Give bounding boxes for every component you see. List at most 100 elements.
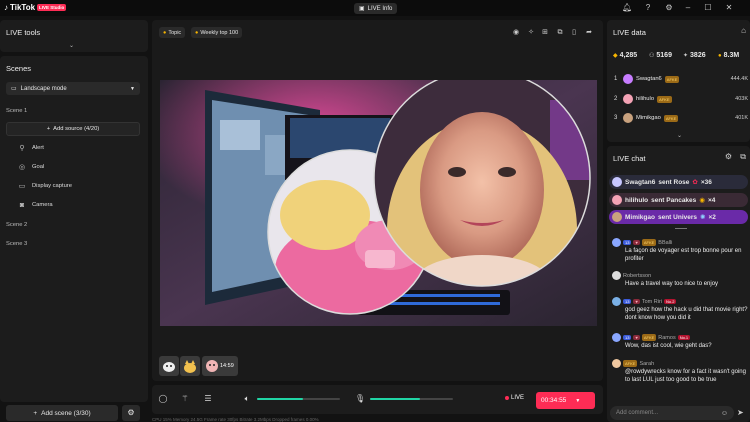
plus-icon: + (33, 409, 38, 417)
expand-chevron-icon[interactable]: ⌄ (677, 132, 682, 139)
avatar (623, 94, 633, 104)
sticker-thumb-2[interactable] (180, 356, 200, 376)
adjust-sliders-icon[interactable]: ☰ (203, 394, 213, 404)
chat-username[interactable]: Tom Riri (642, 299, 662, 305)
source-display-capture[interactable]: ▭ Display capture (18, 181, 72, 191)
scene-item-2[interactable]: Scene 2 (6, 222, 27, 228)
scene-settings-icon[interactable]: ⚙ (122, 405, 140, 421)
dropdown-caret-icon: ▼ (575, 397, 581, 404)
live-preview[interactable] (160, 80, 597, 326)
speaker-volume-slider[interactable] (257, 398, 340, 400)
drag-handle[interactable] (675, 228, 687, 229)
chat-username[interactable]: Robertsson (623, 273, 651, 279)
layout-icon[interactable]: ⊞ (540, 28, 550, 38)
pancakes-gift-icon: ◉ (699, 197, 705, 204)
gift-row: hilihulo sent Pancakes ◉ ×4 (609, 193, 748, 207)
character-sticker-icon (206, 360, 218, 372)
live-info-button[interactable]: ▣ LIVE Info (354, 3, 398, 14)
ranking-coins: 444.4K (730, 76, 748, 82)
gift-row: Swagtan6 sent Rose ✿ ×36 (609, 175, 748, 189)
bell-icon[interactable]: 🔔︎ (622, 3, 632, 13)
heart-badge-icon: ♥ (633, 240, 640, 245)
chat-text: god geez how the hack u did that movie r… (625, 307, 748, 321)
avatar (612, 333, 621, 342)
add-source-button[interactable]: + Add source (4/20) (6, 122, 140, 136)
source-camera[interactable]: ◙ Camera (18, 200, 53, 210)
source-goal[interactable]: ◎ Goal (18, 162, 44, 172)
camera-toggle-icon[interactable]: ◯ (158, 394, 168, 404)
maximize-icon[interactable]: ☐ (703, 3, 713, 13)
source-alert[interactable]: ⚲ Alert (18, 143, 44, 153)
add-scene-button[interactable]: + Add scene (3/30) (6, 405, 118, 421)
fan-badge: AFKE (657, 95, 672, 103)
chat-text: Wow, das ist cool, wie geht das? (625, 343, 712, 349)
weekly-top-chip[interactable]: ● Weekly top 100 (191, 27, 243, 38)
record-icon[interactable]: ◉ (511, 28, 521, 38)
send-icon[interactable]: ➤ (737, 408, 744, 417)
emoji-icon[interactable]: ☺ (721, 410, 728, 417)
rank-badge: No.1 (677, 335, 691, 340)
sticker-thumb-timer[interactable]: 14:59 (202, 356, 238, 376)
ranking-row[interactable]: 2 hilihulo AFKE 403K (614, 93, 748, 105)
chat-message: 13 ♥ Tom Riri No.2 god geez how the hack… (612, 297, 748, 322)
camera-icon: ◙ (19, 201, 25, 209)
avatar (612, 195, 622, 205)
mirror-icon[interactable]: ⧉ (555, 28, 565, 38)
topic-chip[interactable]: ● Topic (159, 27, 186, 38)
live-timer-button[interactable]: 00:34:55 ▼ (536, 392, 595, 409)
home-icon[interactable]: ⌂ (741, 26, 746, 35)
minimize-icon[interactable]: – (683, 3, 693, 13)
stream-stats-row: CPU 15% Memory 24.5G Frame rate 30fps Bi… (152, 417, 319, 422)
popout-icon[interactable]: ⧉ (740, 152, 746, 162)
share-icon[interactable]: ➦ (584, 28, 594, 38)
chat-text: Have a travel way too nice to enjoy (625, 281, 719, 287)
chat-username[interactable]: Ramos (658, 335, 675, 341)
help-icon[interactable]: ? (643, 3, 653, 13)
comment-input[interactable]: Add comment... ☺ (610, 406, 734, 420)
plus-icon: + (46, 126, 51, 132)
stat-viewers: ⚇ 5169 (649, 52, 672, 59)
gear-icon[interactable]: ⚙ (664, 3, 674, 13)
likes-icon: ✦ (683, 53, 689, 59)
settings-icon[interactable]: ⚙ (725, 152, 732, 161)
speaker-icon[interactable]: 🔈︎ (242, 394, 252, 404)
heart-badge-icon: ♥ (633, 299, 640, 304)
chat-text: La façon de voyager est trop bonne pour … (625, 248, 742, 262)
rank-badge: No.2 (664, 299, 677, 304)
chat-username[interactable]: BBalli (658, 240, 672, 246)
layout-mode-select[interactable]: ▭ Landscape mode ▼ (6, 82, 140, 95)
avatar (612, 271, 621, 280)
coin-icon: ● (718, 52, 722, 59)
scene-item-3[interactable]: Scene 3 (6, 241, 27, 247)
live-status: LIVE (505, 395, 524, 401)
mic-volume-slider[interactable] (370, 398, 453, 400)
topic-icon: ● (163, 29, 167, 36)
avatar (623, 113, 633, 123)
ranking-row[interactable]: 1 Swagtan6 AFKE 444.4K (614, 73, 748, 85)
sticker-thumb-1[interactable] (159, 356, 179, 376)
avatar (612, 238, 621, 247)
avatar (623, 74, 633, 84)
alert-icon: ⚲ (19, 145, 25, 152)
microphone-icon[interactable]: 🎙︎ (355, 394, 365, 404)
tiktok-note-icon: ♪ (4, 3, 8, 12)
ranking-name: Mimikgao (636, 115, 661, 121)
chat-username[interactable]: Sarah (639, 361, 654, 367)
magic-icon[interactable]: ✧ (526, 28, 536, 38)
close-icon[interactable]: ✕ (724, 3, 734, 13)
ranking-name: hilihulo (636, 96, 655, 102)
dropdown-caret-icon: ▼ (130, 85, 135, 92)
mic-volume-fill (370, 398, 420, 400)
effects-wand-icon[interactable]: ⚚ (180, 394, 190, 404)
monitor-icon: ▭ (11, 86, 17, 92)
live-chat-title: LIVE chat (613, 154, 646, 163)
thumb-time: 14:59 (220, 363, 234, 369)
expand-chevron-icon[interactable]: ⌄ (69, 42, 74, 49)
gift-row: Mimikgao sent Univers ✺ ×2 (609, 210, 748, 224)
live-dot-icon (505, 396, 509, 400)
avatar (612, 297, 621, 306)
app-logo: ♪ TikTok LIVE Studio (4, 3, 67, 12)
scene-item-1[interactable]: Scene 1 (6, 108, 27, 114)
ranking-row[interactable]: 3 Mimikgao AFKE 401K (614, 112, 748, 124)
phone-icon[interactable]: ▯ (569, 28, 579, 38)
